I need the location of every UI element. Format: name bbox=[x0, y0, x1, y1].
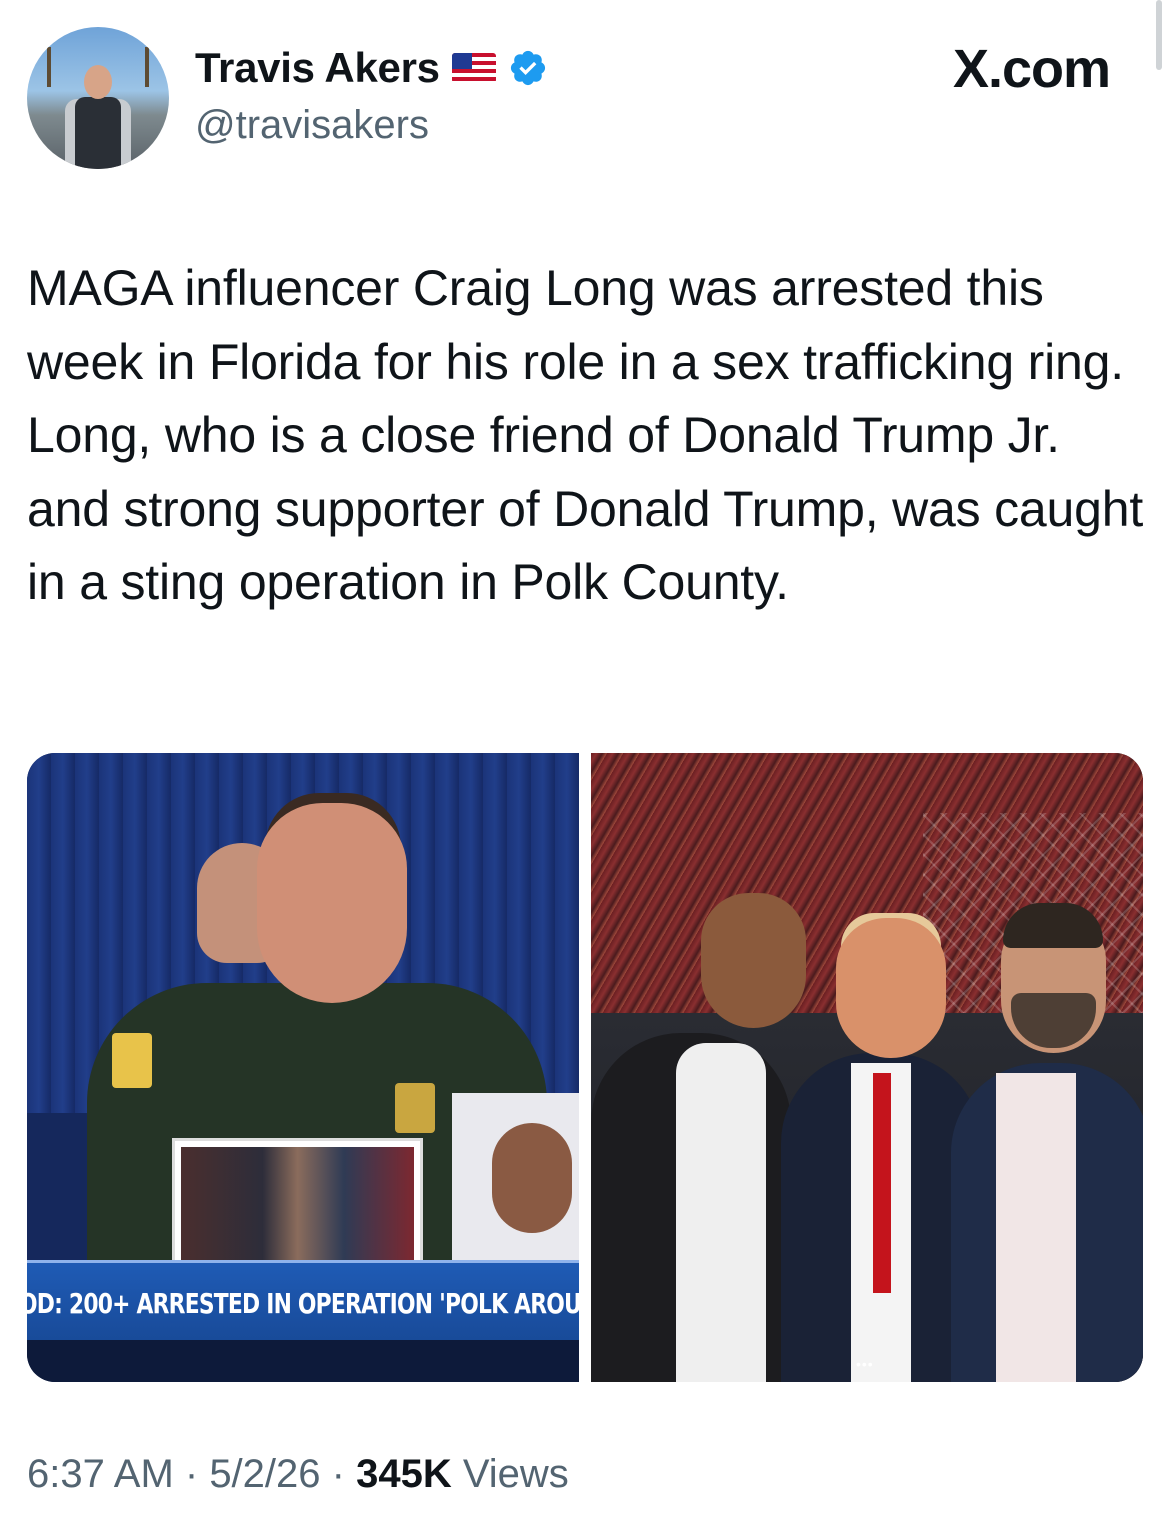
tweet-meta-row: 6:37 AM · 5/2/26 · 345K Views bbox=[27, 1452, 569, 1497]
shoulder-patch-icon bbox=[112, 1033, 152, 1088]
site-label: X.com bbox=[952, 39, 1111, 99]
person-center-tie bbox=[873, 1073, 891, 1293]
tweet-date[interactable]: 5/2/26 bbox=[209, 1452, 320, 1497]
author-handle[interactable]: @travisakers bbox=[195, 103, 429, 148]
person-right-shirt bbox=[996, 1073, 1076, 1382]
held-photo-content bbox=[181, 1147, 414, 1260]
meta-separator: · bbox=[173, 1452, 210, 1496]
tweet-text: MAGA influencer Craig Long was arrested … bbox=[27, 260, 1157, 610]
avatar-palm-tree bbox=[145, 47, 149, 87]
image-page-indicator: ••• bbox=[856, 1356, 874, 1372]
person-left-head bbox=[701, 893, 806, 1028]
views-label: Views bbox=[451, 1452, 569, 1496]
us-flag-icon bbox=[451, 53, 496, 83]
tweet-media-grid: OD: 200+ ARRESTED IN OPERATION 'POLK ARO… bbox=[27, 753, 1143, 1382]
scroll-indicator[interactable] bbox=[1156, 0, 1162, 70]
meta-separator: · bbox=[320, 1452, 357, 1496]
chyron-text: OD: 200+ ARRESTED IN OPERATION 'POLK ARO… bbox=[27, 1286, 579, 1320]
author-name-row: Travis Akers bbox=[195, 40, 548, 96]
news-chyron: OD: 200+ ARRESTED IN OPERATION 'POLK ARO… bbox=[27, 1260, 579, 1343]
avatar-head bbox=[84, 65, 112, 99]
tweet-time[interactable]: 6:37 AM bbox=[27, 1452, 174, 1497]
held-photo-arena bbox=[172, 1138, 423, 1269]
avatar-shirt bbox=[75, 97, 121, 169]
chyron-footer bbox=[27, 1340, 579, 1382]
person-right-hair bbox=[1003, 903, 1103, 948]
media-image-press-conference[interactable]: OD: 200+ ARRESTED IN OPERATION 'POLK ARO… bbox=[27, 753, 579, 1382]
sheriff-badge-icon bbox=[395, 1083, 435, 1133]
person-center-head bbox=[836, 918, 946, 1058]
mugshot-face bbox=[492, 1123, 572, 1233]
verified-badge-icon bbox=[510, 50, 545, 86]
author-display-name[interactable]: Travis Akers bbox=[195, 44, 440, 92]
person-left-shirt bbox=[676, 1043, 766, 1382]
held-photo-mugshot bbox=[452, 1093, 579, 1263]
media-image-arena[interactable]: ••• bbox=[591, 753, 1143, 1382]
sheriff-head bbox=[257, 803, 407, 1003]
views-count: 345K bbox=[356, 1452, 452, 1496]
avatar-palm-tree bbox=[47, 47, 51, 87]
author-avatar[interactable] bbox=[27, 27, 169, 169]
